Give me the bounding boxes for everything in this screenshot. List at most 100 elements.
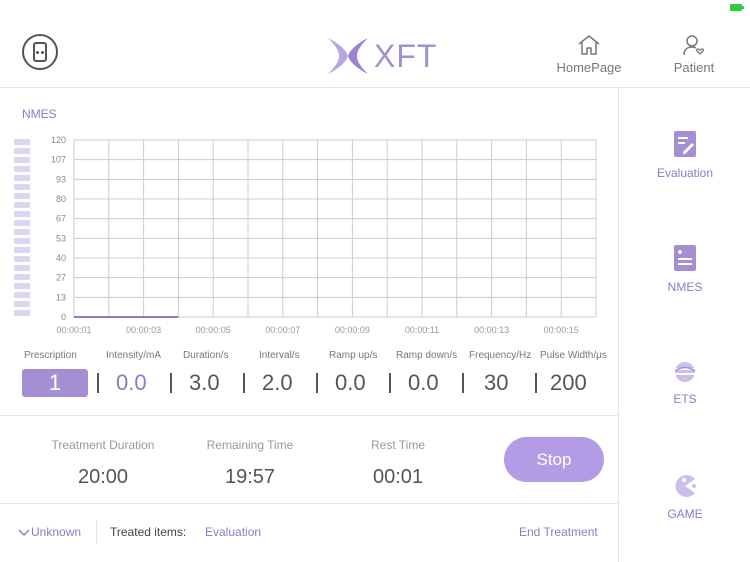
device-button[interactable] [22,34,58,70]
duration-value[interactable]: 3.0 [189,369,220,397]
chevron-down-icon [18,529,30,536]
sidebar-item-evaluation[interactable]: Evaluation [619,130,750,180]
prescription-number[interactable]: 1 [22,369,88,397]
sidebar: Evaluation NMES ETS GAME [618,88,750,562]
level-segment [14,247,30,253]
edit-doc-icon [674,131,696,157]
sidebar-item-nmes[interactable]: NMES [619,244,750,294]
logo: XFT [326,36,437,76]
level-segment [14,202,30,208]
level-segment [14,166,30,172]
remaining-time: Remaining Time 19:57 [195,438,305,489]
divider [96,520,97,544]
logo-text: XFT [374,37,438,74]
label-interval: Interval/s [259,350,300,361]
pulse-width-value[interactable]: 200 [550,369,587,397]
patient-icon [683,35,705,56]
level-segment [14,211,30,217]
sidebar-item-game[interactable]: GAME [619,473,750,521]
separator [243,373,245,393]
nav-homepage[interactable]: HomePage [552,34,626,75]
y-tick-label: 120 [51,135,66,145]
nav-patient[interactable]: Patient [664,34,724,75]
intensity-level-bar [14,139,30,327]
ramp-down-value[interactable]: 0.0 [408,369,439,397]
level-segment [14,193,30,199]
sidebar-item-ets-label: ETS [673,392,697,406]
level-segment [14,139,30,145]
rest-time-label: Rest Time [370,438,425,452]
interval-value[interactable]: 2.0 [262,369,293,397]
separator [316,373,318,393]
level-segment [14,283,30,289]
separator [389,373,391,393]
y-tick-label: 0 [61,312,66,322]
logo-icon [328,38,368,74]
footer: Unknown Treated items: Evaluation End Tr… [0,518,618,548]
sidebar-item-game-label: GAME [667,507,703,521]
label-prescription: Prescription [24,350,77,361]
label-ramp-up: Ramp up/s [329,350,378,361]
separator [97,373,99,393]
level-segment [14,301,30,307]
unknown-dropdown[interactable]: Unknown [18,525,81,539]
treatment-duration: Treatment Duration 20:00 [40,438,166,489]
frequency-value[interactable]: 30 [484,369,508,397]
sidebar-item-evaluation-label: Evaluation [656,166,714,180]
y-tick-label: 53 [56,233,66,243]
rest-time-value: 00:01 [372,466,424,488]
nmes-chart: 120 107 93 80 67 53 40 27 13 0 00:00:01 00:00:03 00:… [51,135,597,335]
y-tick-label: 13 [56,292,66,302]
level-segment [14,157,30,163]
divider [0,415,618,416]
header: XFT HomePage Patient [0,0,750,88]
intensity-value[interactable]: 0.0 [116,369,147,397]
pacman-icon [675,475,696,497]
level-segment [14,256,30,262]
y-tick-label: 80 [56,194,66,204]
label-intensity: Intensity/mA [106,350,162,361]
level-segment [14,292,30,298]
x-tick-label: 00:00:13 [474,325,509,335]
label-frequency: Frequency/Hz [469,350,532,361]
x-tick-label: 00:00:01 [56,325,91,335]
treatment-duration-label: Treatment Duration [51,438,155,452]
treatment-duration-value: 20:00 [77,466,129,488]
sidebar-item-ets[interactable]: ETS [619,360,750,406]
y-tick-label: 67 [56,214,66,224]
y-tick-label: 27 [56,273,66,283]
separator [462,373,464,393]
nav-patient-label: Patient [673,60,715,75]
y-tick-label: 107 [51,155,66,165]
level-segment [14,274,30,280]
level-segment [14,238,30,244]
label-duration: Duration/s [183,350,229,361]
x-tick-label: 00:00:05 [196,325,231,335]
level-segment [14,184,30,190]
end-treatment-button[interactable]: End Treatment [519,525,598,539]
y-tick-label: 93 [56,174,66,184]
level-segment [14,310,30,316]
x-tick-label: 00:00:09 [335,325,370,335]
x-tick-label: 00:00:15 [544,325,579,335]
stop-button[interactable]: Stop [504,437,604,482]
remaining-time-value: 19:57 [224,466,276,488]
level-segment [14,229,30,235]
globe-icon [673,362,697,382]
y-tick-label: 40 [56,253,66,263]
treated-items-value[interactable]: Evaluation [205,525,261,539]
nav-homepage-label: HomePage [556,60,622,75]
rest-time: Rest Time 00:01 [358,438,438,489]
home-icon [578,35,600,55]
level-segment [14,265,30,271]
x-tick-label: 00:00:07 [265,325,300,335]
separator [535,373,537,393]
treated-items-label: Treated items: [110,525,187,539]
remaining-time-label: Remaining Time [206,438,294,452]
label-pulse-width: Pulse Width/μs [540,350,607,361]
level-segment [14,220,30,226]
label-ramp-down: Ramp down/s [396,350,458,361]
x-tick-label: 00:00:11 [405,325,439,335]
ramp-up-value[interactable]: 0.0 [335,369,366,397]
document-plus-icon [674,245,696,271]
